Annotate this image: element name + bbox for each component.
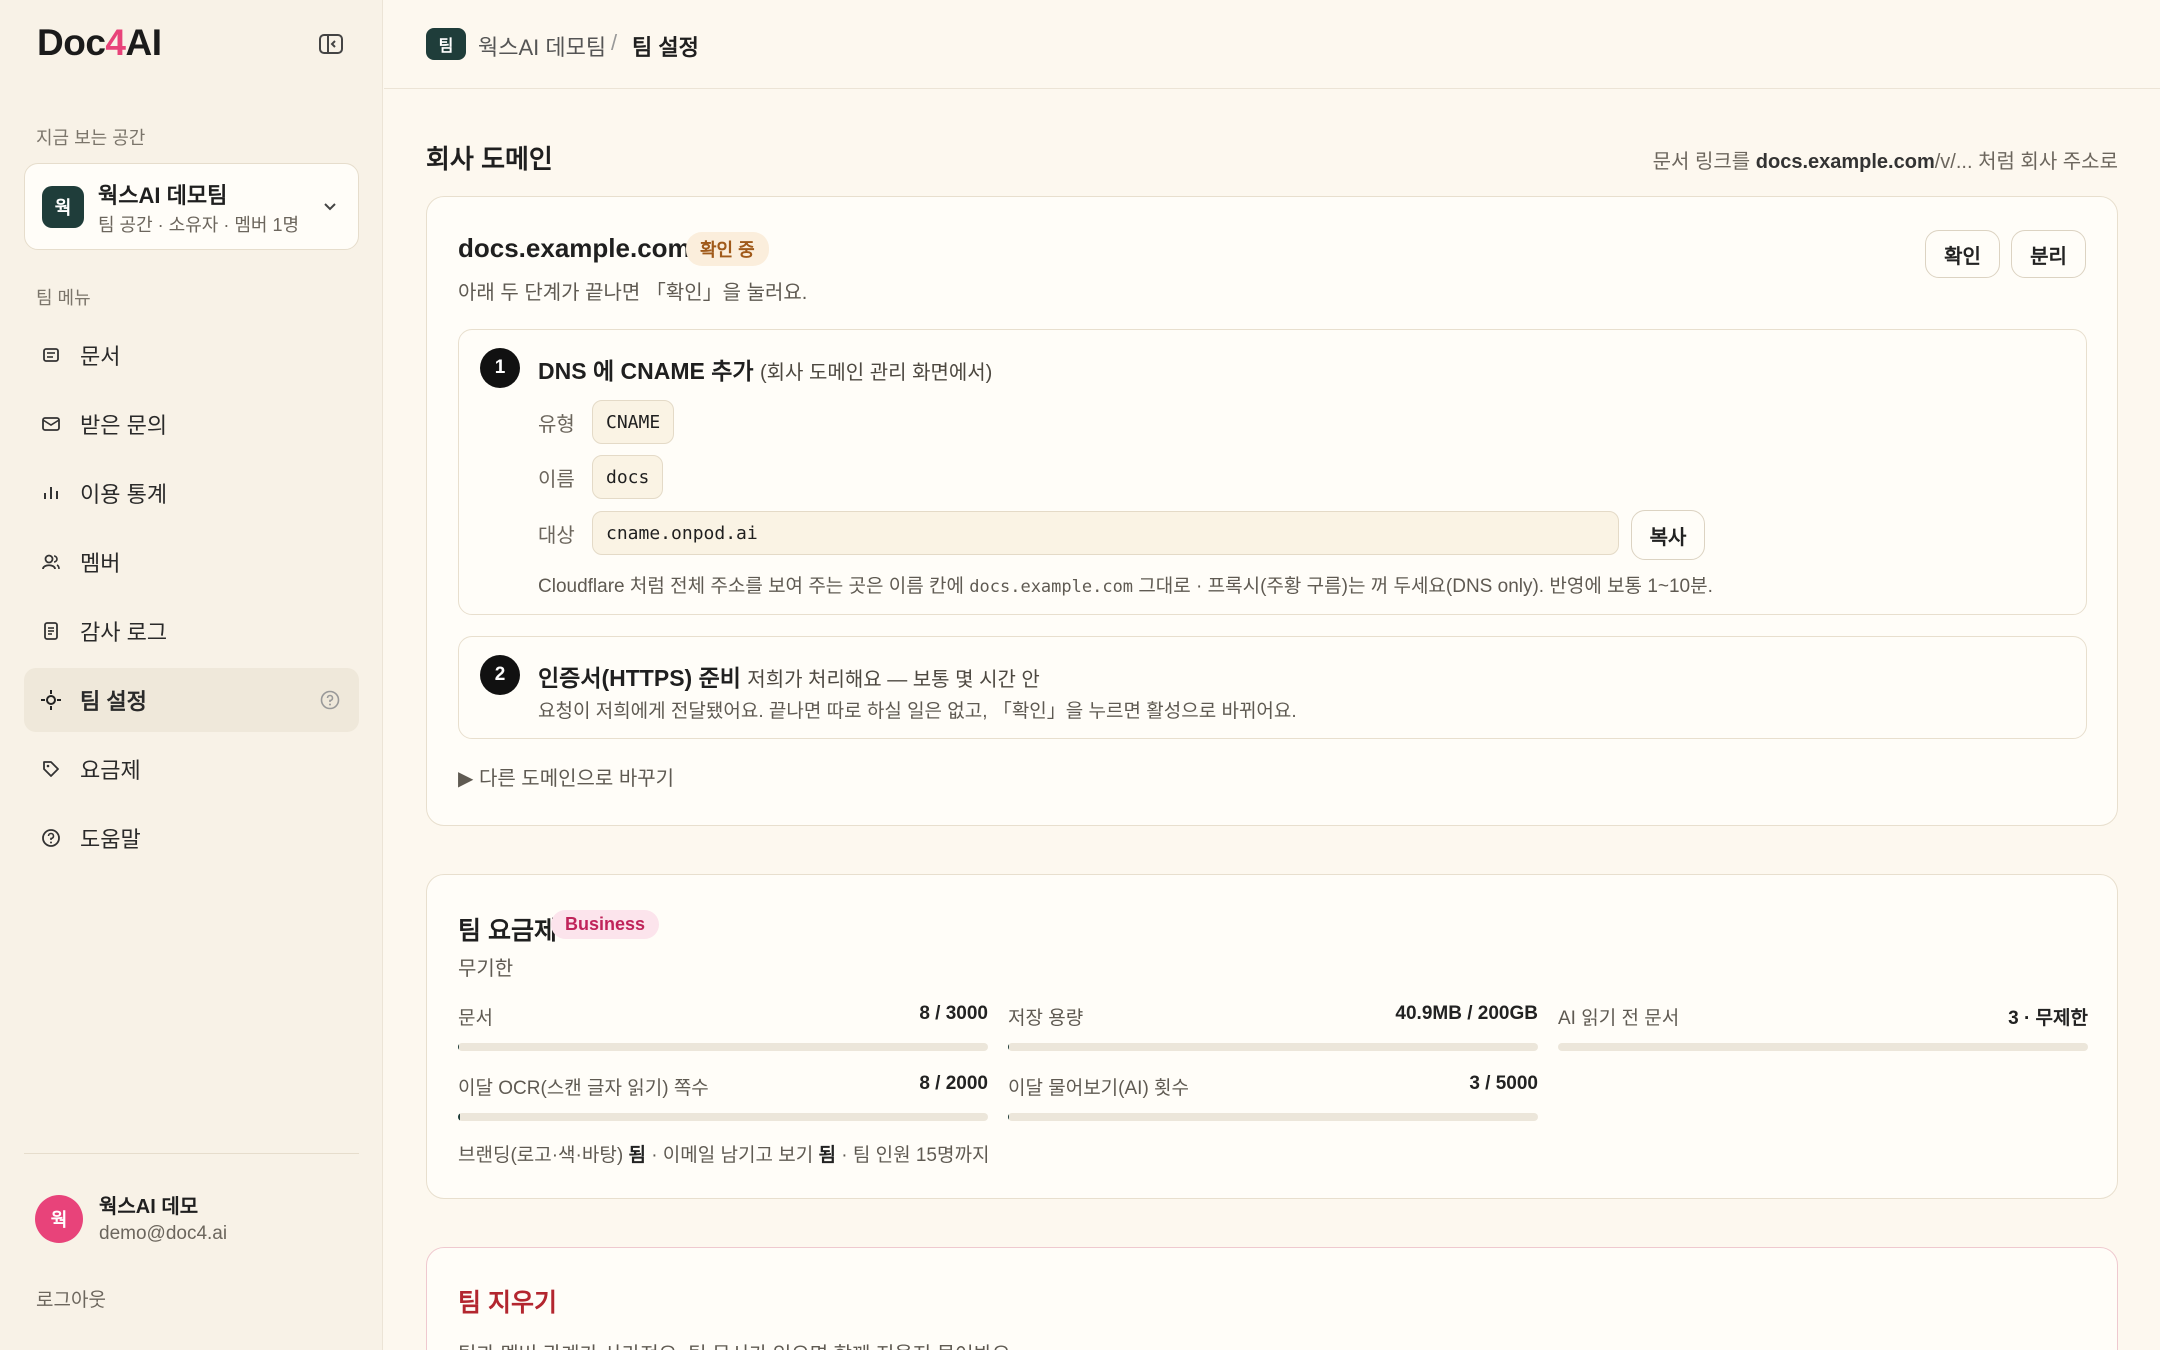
step-number: 2 [480,655,520,695]
name-label: 이름 [538,469,575,491]
avatar[interactable]: 웍 [35,1195,83,1243]
step-2-card: 2 인증서(HTTPS) 준비 저희가 처리해요 — 보통 몇 시간 안 요청이… [458,636,2087,739]
user-name: 웍스AI 데모 [99,1196,199,1218]
sidebar-item-members[interactable]: 멤버 [24,530,359,594]
users-icon [40,551,62,573]
page-title: 팀 설정 [632,35,699,60]
tag-icon [40,758,62,780]
step-title: DNS 에 CNAME 추가 (회사 도메인 관리 화면에서) [538,358,993,384]
meter-bar [1008,1113,1538,1121]
sidebar-item-label: 이용 통계 [80,482,168,507]
workspace-avatar: 웍 [42,186,84,228]
sidebar-item-stats[interactable]: 이용 통계 [24,461,359,525]
type-value[interactable]: CNAME [592,400,675,444]
user-email: demo@doc4.ai [99,1223,228,1244]
breadcrumb-team[interactable]: 웍스AI 데모팀 [478,30,606,62]
meter-value: 3 · 무제한 [2008,1008,2088,1029]
plan-card: 팀 요금제 Business 무기한 문서 8 / 3000 저장 용량 40.… [426,874,2118,1199]
document-icon [40,344,62,366]
step-1-note: Cloudflare 처럼 전체 주소를 보여 주는 곳은 이름 칸에 docs… [538,576,1713,597]
meter-label: 이달 OCR(스캔 글자 읽기) 쪽수 [458,1078,709,1099]
help-icon[interactable] [319,689,341,711]
meter-value: 8 / 2000 [919,1073,988,1094]
logo[interactable]: Doc4AI [37,22,162,64]
domain-name: docs.example.com [458,233,691,263]
sidebar-item-help[interactable]: 도움말 [24,806,359,870]
sidebar-item-label: 문서 [80,344,121,369]
meter-bar [1008,1043,1538,1051]
sidebar-item-documents[interactable]: 문서 [24,323,359,387]
bar-chart-icon [40,482,62,504]
meter-label: AI 읽기 전 문서 [1558,1008,1680,1029]
step-title: 인증서(HTTPS) 준비 저희가 처리해요 — 보통 몇 시간 안 [538,665,1040,691]
sidebar: Doc4AI 지금 보는 공간 웍 웍스AI 데모팀 팀 공간 · 소유자 · … [0,0,383,1350]
meter-value: 8 / 3000 [919,1003,988,1024]
domain-desc: 아래 두 단계가 끝나면 「확인」을 눌러요. [458,282,808,304]
delete-team-desc: 팀과 멤버 관계가 사라져요. 팀 문서가 있으면 함께 지울지 물어봐요. [458,1338,1016,1350]
meter-fill [458,1043,460,1051]
step-2-desc: 요청이 저희에게 전달됐어요. 끝나면 따로 하실 일은 없고, 「확인」을 누… [538,701,1297,722]
target-value[interactable]: cname.onpod.ai [592,511,1619,555]
step-number: 1 [480,348,520,388]
domain-card: docs.example.com 확인 중 아래 두 단계가 끝나면 「확인」을… [426,196,2118,826]
copy-button[interactable]: 복사 [1631,510,1705,560]
current-space-label: 지금 보는 공간 [36,128,146,148]
plan-title: 팀 요금제 [458,917,557,945]
help-icon [40,827,62,849]
settings-icon [40,689,62,711]
workspace-name: 웍스AI 데모팀 [98,183,228,208]
detach-button[interactable]: 분리 [2011,230,2086,278]
sidebar-item-label: 팀 설정 [80,689,147,714]
sidebar-item-label: 요금제 [80,758,141,783]
plan-badge: Business [551,910,660,939]
target-label: 대상 [538,525,575,547]
meter-label: 이달 물어보기(AI) 횟수 [1008,1078,1190,1099]
sidebar-divider [24,1153,359,1154]
plan-period: 무기한 [458,958,514,980]
meter-bar [458,1043,988,1051]
meter-fill [458,1113,461,1121]
sidebar-item-inquiries[interactable]: 받은 문의 [24,392,359,456]
step-1-card: 1 DNS 에 CNAME 추가 (회사 도메인 관리 화면에서) 유형 CNA… [458,329,2087,615]
sidebar-item-audit-log[interactable]: 감사 로그 [24,599,359,663]
plan-features: 브랜딩(로고·색·바탕) 됨 · 이메일 남기고 보기 됨 · 팀 인원 15명… [458,1145,990,1166]
sidebar-item-label: 도움말 [80,827,141,852]
meter-label: 문서 [458,1008,493,1029]
sidebar-item-label: 받은 문의 [80,413,168,438]
chevron-down-icon [321,197,339,215]
name-value[interactable]: docs [592,455,664,499]
status-badge: 확인 중 [686,232,769,266]
delete-team-title: 팀 지우기 [458,1289,557,1317]
breadcrumb-separator: / [611,30,618,55]
sidebar-item-team-settings[interactable]: 팀 설정 [24,668,359,732]
workspace-meta: 팀 공간 · 소유자 · 멤버 1명 [98,215,300,235]
verify-button[interactable]: 확인 [1925,230,2000,278]
breadcrumb: 팀 웍스AI 데모팀 / 팀 설정 [384,0,2160,89]
sidebar-collapse-icon[interactable] [318,33,344,55]
section-title-domain: 회사 도메인 [426,144,553,174]
sidebar-item-label: 멤버 [80,551,121,576]
meter-bar [1558,1043,2088,1051]
domain-hint: 문서 링크를 docs.example.com/v/... 처럼 회사 주소로 [1652,151,2118,173]
team-badge: 팀 [426,28,466,60]
workspace-switcher[interactable]: 웍 웍스AI 데모팀 팀 공간 · 소유자 · 멤버 1명 [24,163,359,250]
log-icon [40,620,62,642]
meter-value: 3 / 5000 [1469,1073,1538,1094]
meter-label: 저장 용량 [1008,1008,1084,1029]
type-label: 유형 [538,414,575,436]
sidebar-item-label: 감사 로그 [80,620,168,645]
delete-team-card: 팀 지우기 팀과 멤버 관계가 사라져요. 팀 문서가 있으면 함께 지울지 물… [426,1247,2118,1350]
team-menu-label: 팀 메뉴 [36,288,91,308]
meter-bar [458,1113,988,1121]
change-domain-toggle[interactable]: ▶ 다른 도메인으로 바꾸기 [458,762,674,791]
meter-value: 40.9MB / 200GB [1395,1003,1538,1024]
logout-link[interactable]: 로그아웃 [36,1285,106,1312]
sidebar-item-pricing[interactable]: 요금제 [24,737,359,801]
mail-icon [40,413,62,435]
